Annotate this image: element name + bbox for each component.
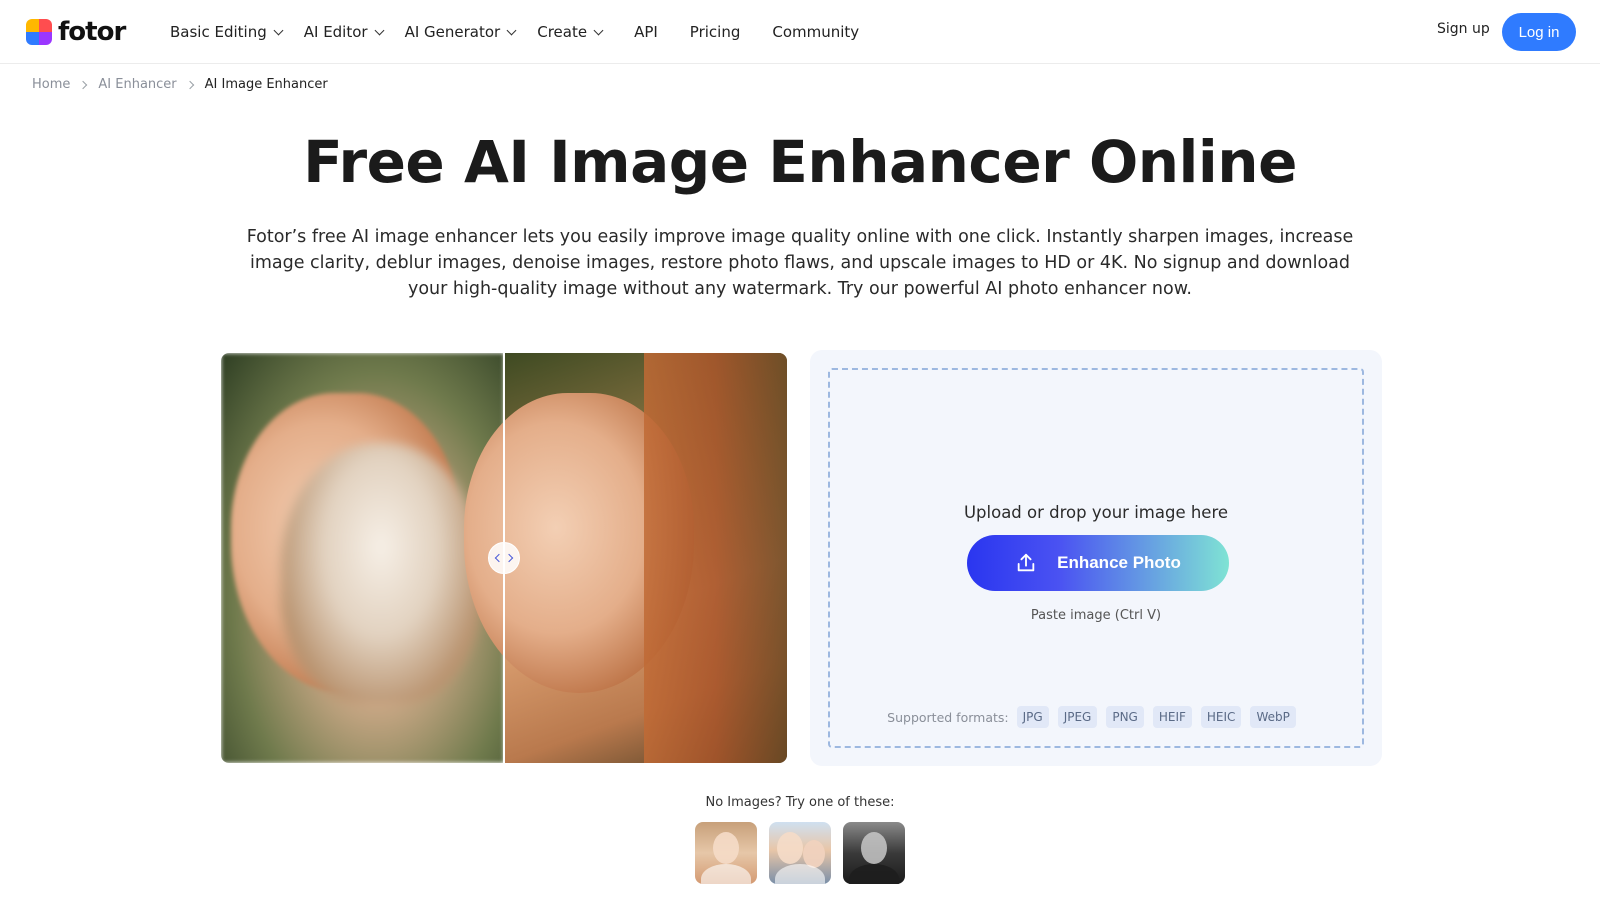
logo-text: fotor [58, 17, 126, 47]
format-badge: WebP [1250, 706, 1296, 728]
nav-community[interactable]: Community [772, 23, 859, 41]
samples-label: No Images? Try one of these: [705, 795, 895, 810]
paste-hint: Paste image (Ctrl V) [1030, 608, 1162, 623]
portrait-head-shape [861, 832, 887, 864]
nav-ai-generator[interactable]: AI Generator [404, 23, 517, 41]
nav-basic-editing[interactable]: Basic Editing [170, 23, 284, 41]
upload-panel: Upload or drop your image here Enhance P… [810, 350, 1382, 766]
nav-label: Pricing [689, 23, 741, 41]
breadcrumb-ai-enhancer[interactable]: AI Enhancer [98, 77, 176, 92]
upload-icon [1017, 553, 1035, 572]
image-dropzone[interactable]: Upload or drop your image here Enhance P… [828, 368, 1364, 748]
portrait-head-shape [713, 832, 739, 864]
format-badge: HEIF [1152, 706, 1192, 728]
main-nav: Basic Editing AI Editor AI Generator Cre… [170, 0, 881, 64]
nav-pricing[interactable]: Pricing [690, 23, 741, 41]
chevron-right-icon [79, 80, 88, 89]
format-badge: JPEG [1057, 706, 1098, 728]
format-badge: PNG [1106, 706, 1144, 728]
login-button[interactable]: Log in [1502, 13, 1576, 51]
format-badge: JPG [1016, 706, 1049, 728]
breadcrumb-home[interactable]: Home [32, 77, 70, 92]
portrait-head-shape [777, 832, 803, 864]
nav-label: Community [772, 23, 860, 41]
chevron-right-icon [185, 80, 194, 89]
compare-slider-arrows-icon[interactable] [488, 542, 520, 574]
fotor-logo-icon [26, 19, 52, 45]
before-cat-shape [281, 443, 481, 703]
nav-ai-editor[interactable]: AI Editor [303, 23, 385, 41]
nav-label: API [634, 23, 658, 41]
nav-create[interactable]: Create [537, 23, 604, 41]
top-header: fotor Basic Editing AI Editor AI Generat… [0, 0, 1600, 64]
nav-label: AI Editor [303, 23, 368, 41]
breadcrumb: Home AI Enhancer AI Image Enhancer [32, 77, 328, 92]
sample-image-woman-portrait[interactable] [695, 822, 757, 884]
drop-instructions: Upload or drop your image here [963, 503, 1229, 522]
formats-label: Supported formats: [887, 709, 1009, 725]
chevron-down-icon [273, 25, 284, 35]
sample-image-vintage-portrait[interactable] [843, 822, 905, 884]
after-hair-shape [644, 353, 787, 763]
nav-label: AI Generator [404, 23, 501, 41]
signup-link[interactable]: Sign up [1437, 21, 1490, 37]
nav-label: Basic Editing [170, 23, 267, 41]
nav-label: Create [537, 23, 588, 41]
page-title: Free AI Image Enhancer Online [303, 128, 1297, 196]
portrait-body-shape [701, 864, 751, 884]
arrow-right-icon [504, 553, 514, 563]
page-subtitle: Fotor’s free AI image enhancer lets you … [246, 227, 1354, 299]
nav-api[interactable]: API [634, 23, 658, 41]
breadcrumb-current: AI Image Enhancer [204, 77, 328, 92]
format-badge: HEIC [1200, 706, 1242, 728]
after-image-enhanced [464, 353, 787, 763]
arrow-left-icon [494, 553, 504, 563]
supported-formats: Supported formats: JPG JPEG PNG HEIF HEI… [830, 706, 1362, 728]
chevron-down-icon [506, 25, 517, 35]
sample-image-couple-portrait[interactable] [769, 822, 831, 884]
enhance-photo-button[interactable]: Enhance Photo [967, 535, 1229, 591]
chevron-down-icon [374, 25, 385, 35]
chevron-down-icon [593, 25, 604, 35]
portrait-body-shape [849, 864, 899, 884]
before-image-blurry [221, 353, 504, 763]
enhance-photo-label: Enhance Photo [1057, 553, 1181, 572]
fotor-logo[interactable]: fotor [26, 17, 126, 47]
sample-images [695, 822, 905, 884]
